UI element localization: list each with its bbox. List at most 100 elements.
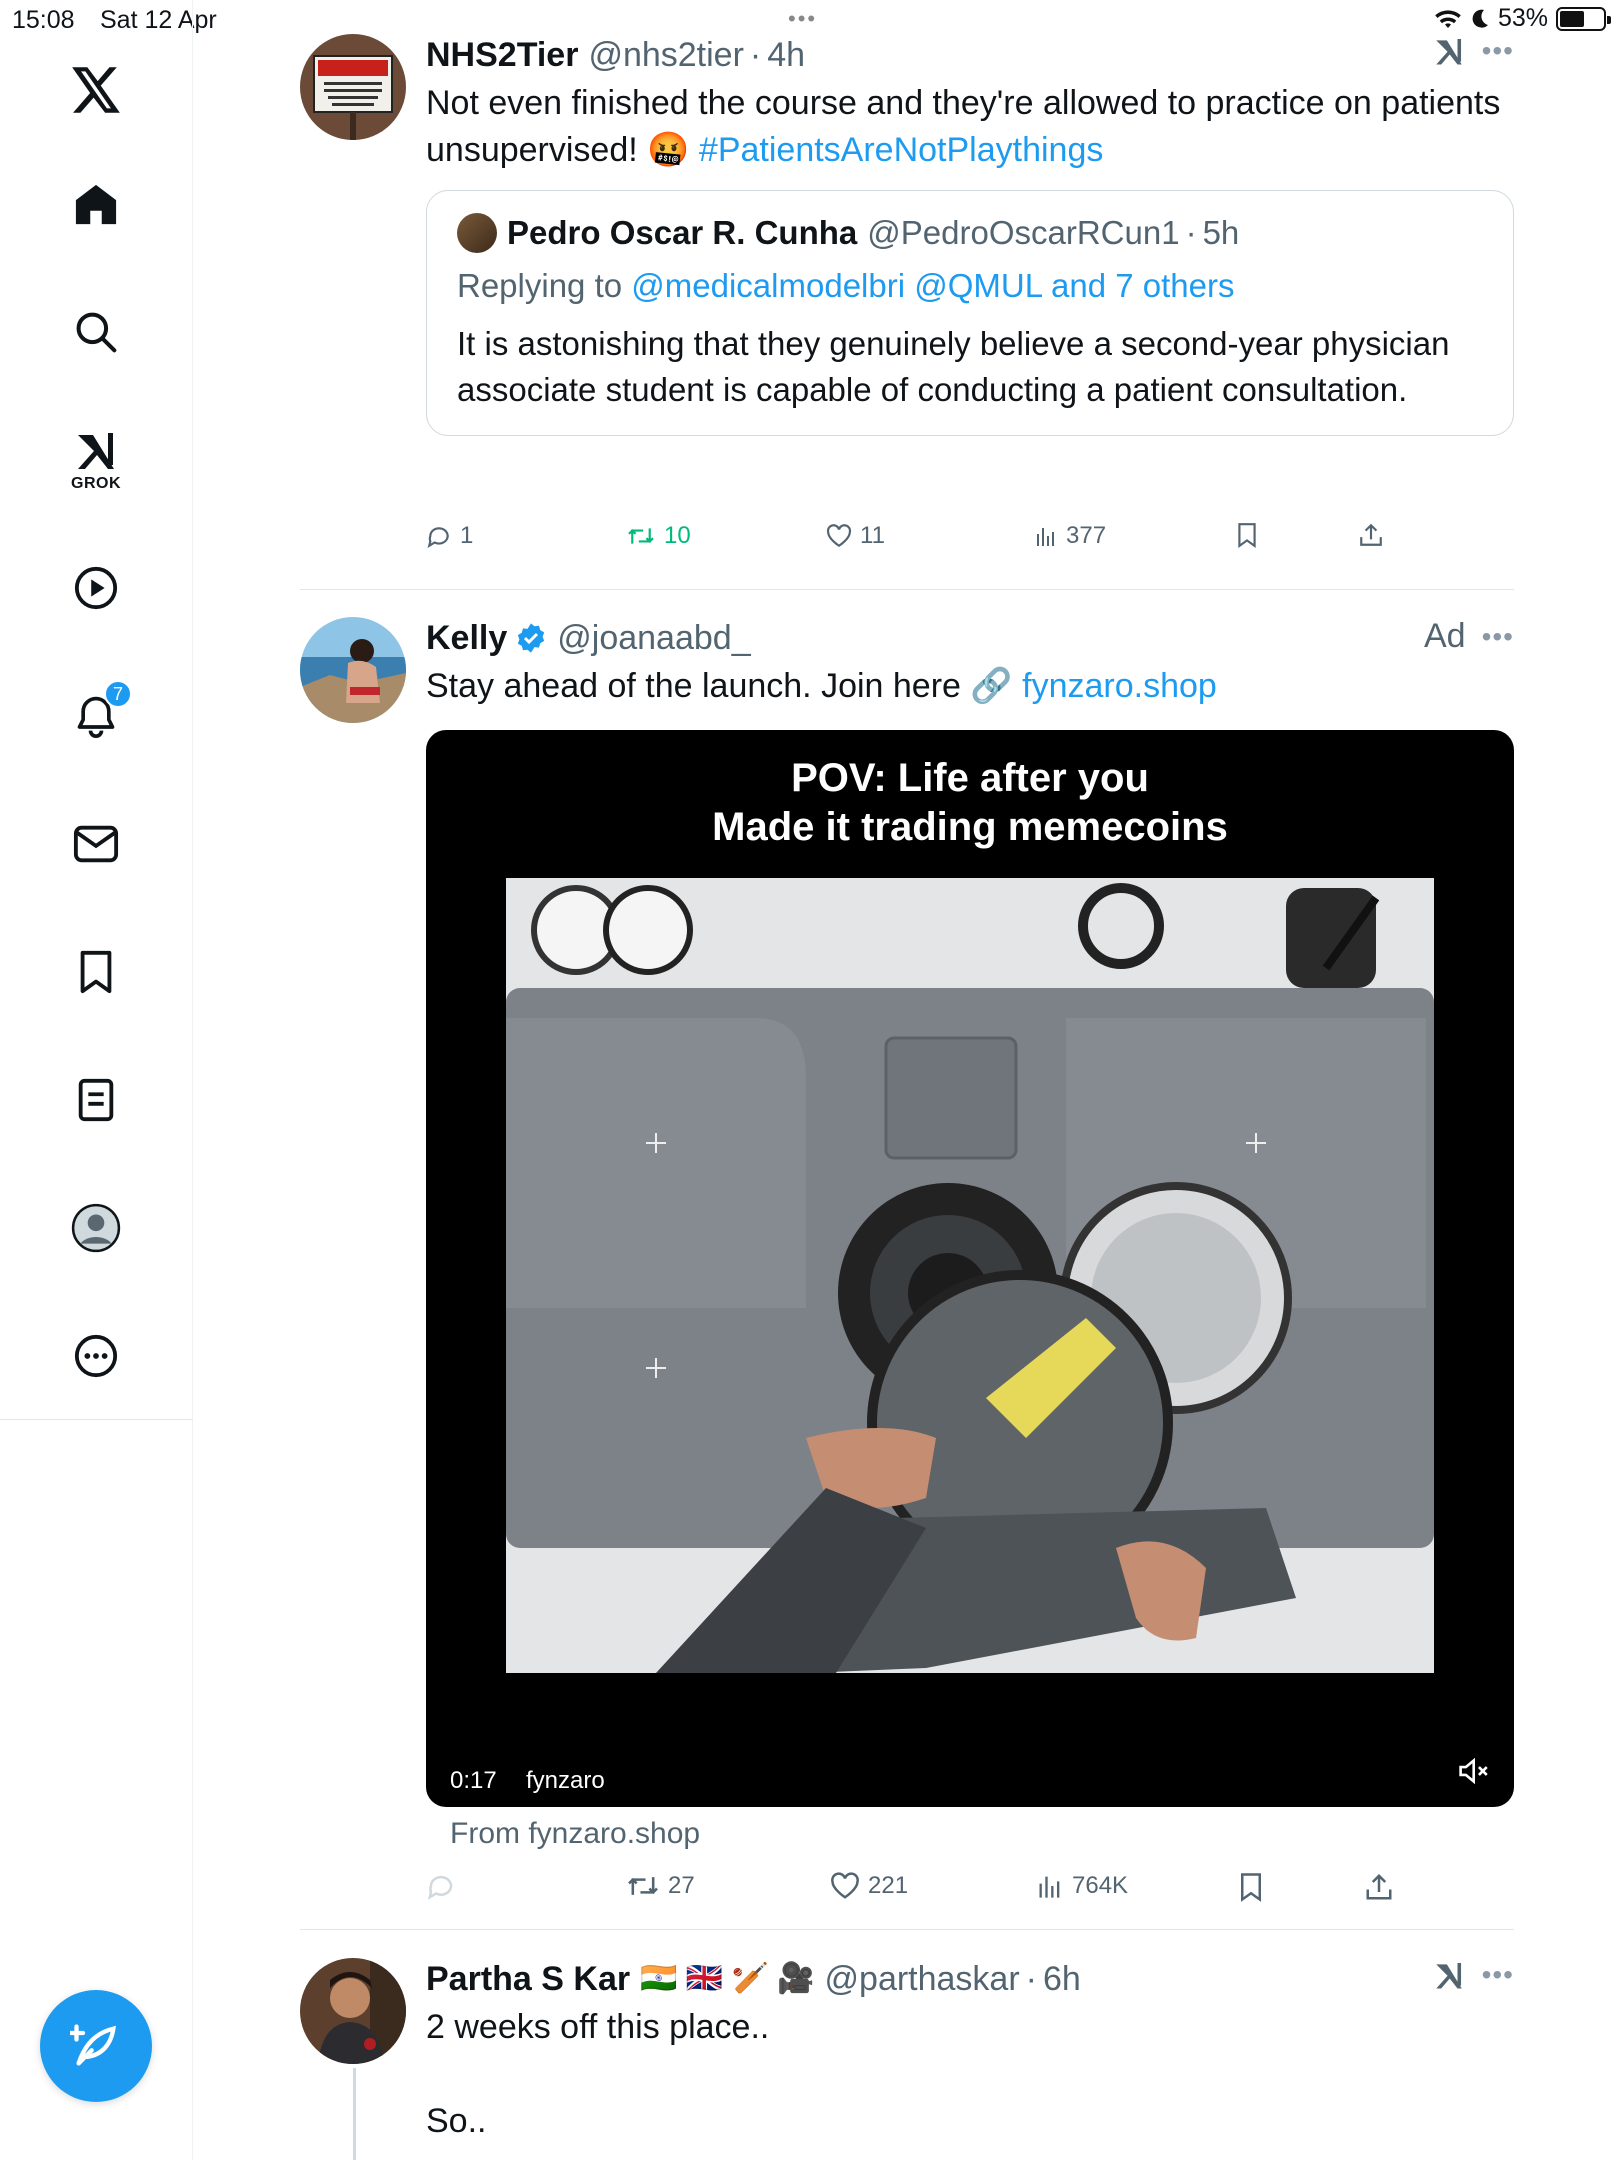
views-button[interactable]: 377 [1034, 522, 1106, 550]
replying-prefix: Replying to [457, 267, 623, 304]
bookmark-button[interactable] [1236, 522, 1258, 548]
profile-icon[interactable] [56, 1188, 136, 1268]
views-button[interactable]: 764K [1036, 1872, 1128, 1900]
video-caption-line2: Made it trading memecoins [712, 805, 1228, 849]
quoted-tweet[interactable]: Pedro Oscar R. Cunha @PedroOscarRCun1 · … [426, 190, 1514, 436]
author-handle[interactable]: @joanaabd_ [557, 617, 750, 659]
mute-toggle[interactable] [1458, 1756, 1492, 1791]
battery-icon [1556, 6, 1611, 31]
tweet-separator [300, 589, 1514, 590]
author-name[interactable]: Partha S Kar [426, 1958, 630, 2000]
video-icon[interactable] [56, 548, 136, 628]
sidebar-divider [0, 1419, 193, 1420]
like-count: 11 [860, 522, 885, 549]
avatar[interactable] [300, 1958, 406, 2064]
quote-author-name: Pedro Oscar R. Cunha [507, 214, 858, 251]
repost-icon [628, 528, 654, 544]
reply-icon [427, 527, 449, 548]
repost-count: 27 [668, 1872, 695, 1899]
tweet-text-line1: Not even finished the course and they're… [426, 84, 1501, 122]
author-flags: 🇮🇳 🇬🇧 🏏 🎥 [640, 1962, 815, 1995]
from-domain-label[interactable]: From fynzaro.shop [450, 1817, 700, 1851]
wifi-icon [1435, 9, 1461, 28]
analytics-icon [1039, 1876, 1060, 1898]
avatar[interactable] [300, 617, 406, 723]
tweet-text-line1: 2 weeks off this place.. [426, 2008, 770, 2046]
repost-button[interactable]: 10 [626, 522, 691, 550]
share-icon [1366, 1873, 1392, 1900]
like-count: 221 [868, 1872, 909, 1899]
tweet-text-line2: So.. [426, 2102, 487, 2140]
author-handle[interactable]: @nhs2tier [588, 34, 743, 76]
compose-post-button[interactable] [40, 1990, 152, 2102]
heart-icon [826, 524, 852, 548]
reply-count: 1 [460, 522, 474, 549]
more-icon[interactable]: ••• [1482, 621, 1514, 653]
ad-label: Ad [1423, 617, 1466, 655]
video-caption-line1: POV: Life after you [791, 756, 1149, 800]
tweet-text: Stay ahead of the launch. Join here 🔗 [426, 667, 1013, 705]
avatar[interactable] [300, 34, 406, 140]
tweet-text-line2: unsupervised! 🤬 [426, 131, 690, 169]
more-icon[interactable]: ••• [1482, 1959, 1514, 1991]
repost-button[interactable]: 27 [626, 1872, 695, 1900]
reply-button[interactable]: 1 [426, 522, 473, 550]
search-icon[interactable] [56, 292, 136, 372]
quote-text: It is astonishing that they genuinely be… [457, 325, 1450, 408]
reply-button[interactable] [426, 1872, 464, 1900]
tweet-actions: 27 221 764K [426, 1872, 1514, 1912]
like-button[interactable]: 11 [826, 522, 885, 550]
moon-icon [1472, 9, 1488, 28]
dot-separator: · [1185, 214, 1197, 251]
verified-badge-icon [518, 623, 545, 653]
views-count: 377 [1066, 522, 1107, 549]
tweet-separator [300, 1929, 1514, 1930]
thread-connector [353, 2068, 356, 2160]
grok-icon[interactable] [1432, 34, 1466, 68]
repost-icon [628, 1877, 658, 1895]
grok-icon[interactable] [1432, 1958, 1466, 1992]
lists-icon[interactable] [56, 1060, 136, 1140]
tweet-actions: 1 10 11 377 [426, 522, 1514, 562]
home-icon[interactable] [56, 164, 136, 244]
video-timestamp: 0:17 [450, 1767, 497, 1794]
share-icon [1360, 523, 1382, 546]
tweet-time[interactable]: 6h [1043, 1958, 1081, 2000]
dot-separator: · [1025, 1960, 1037, 1998]
ad-link[interactable]: fynzaro.shop [1022, 667, 1217, 705]
replying-to-link[interactable]: @medicalmodelbri @QMUL and 7 others [631, 267, 1234, 304]
notifications-icon[interactable]: 7 [56, 676, 136, 756]
author-name[interactable]: Kelly [426, 617, 507, 659]
multitask-dots-icon[interactable]: ••• [788, 6, 817, 32]
bookmark-button[interactable] [1238, 1872, 1264, 1902]
quote-avatar [457, 213, 497, 253]
notifications-badge: 7 [104, 680, 132, 708]
messages-icon[interactable] [56, 804, 136, 884]
x-logo-icon[interactable] [56, 50, 136, 130]
author-name[interactable]: NHS2Tier [426, 34, 578, 76]
grok-nav-item[interactable]: GROK [56, 420, 136, 500]
video-source: fynzaro [526, 1767, 605, 1794]
video-frame [506, 878, 1434, 1673]
bookmark-icon [1241, 1873, 1261, 1902]
compose-feather-icon [70, 2024, 116, 2066]
battery-percent: 53% [1497, 4, 1548, 32]
bookmarks-icon[interactable] [56, 932, 136, 1012]
sidebar: GROK 7 [0, 0, 193, 2160]
analytics-icon [1037, 528, 1054, 546]
muted-speaker-icon [1459, 1757, 1488, 1785]
ad-video[interactable]: POV: Life after you Made it trading meme… [426, 730, 1514, 1807]
author-handle[interactable]: @parthaskar [825, 1958, 1020, 2000]
quote-time: 5h [1202, 214, 1240, 251]
quote-author-handle: @PedroOscarRCun1 [867, 214, 1180, 251]
like-button[interactable]: 221 [830, 1872, 908, 1900]
views-count: 764K [1072, 1872, 1129, 1899]
bookmark-icon [1238, 523, 1256, 548]
share-button[interactable] [1358, 522, 1384, 548]
more-icon[interactable]: ••• [1482, 35, 1514, 67]
heart-icon [831, 1872, 859, 1899]
hashtag-link[interactable]: #PatientsAreNotPlaythings [699, 131, 1103, 169]
more-options-icon[interactable] [56, 1316, 136, 1396]
tweet-time[interactable]: 4h [767, 34, 805, 76]
share-button[interactable] [1364, 1872, 1394, 1902]
